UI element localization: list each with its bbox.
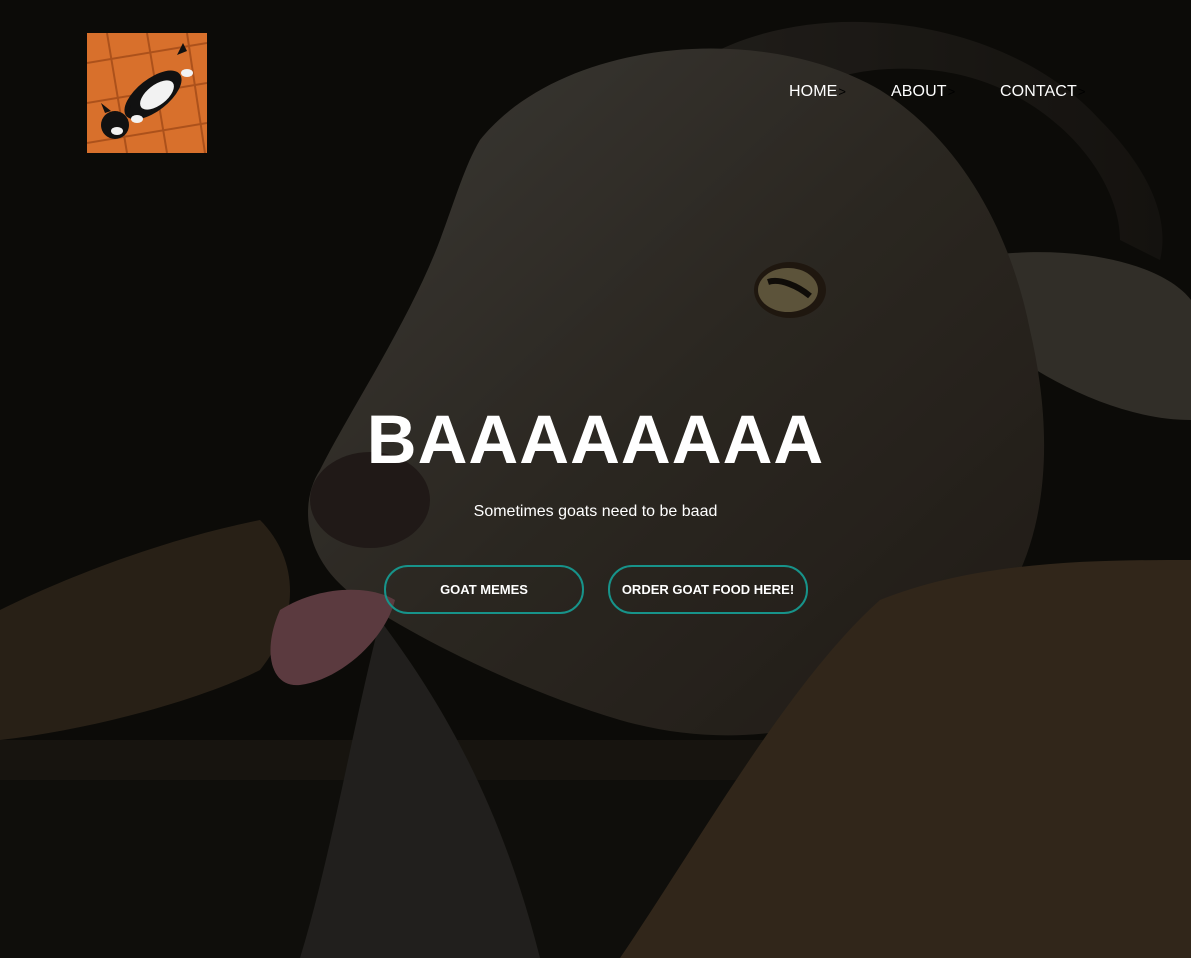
nav-home-arrow-icon: >	[838, 84, 847, 99]
nav-contact-arrow-icon: >	[1077, 84, 1086, 99]
nav-home-link[interactable]: HOME>	[789, 82, 846, 102]
order-goat-food-button[interactable]: ORDER GOAT FOOD HERE!	[608, 565, 808, 614]
nav-contact-link[interactable]: CONTACT>	[1000, 82, 1086, 102]
nav-home-label: HOME	[789, 83, 838, 100]
cat-logo-image[interactable]	[87, 33, 207, 153]
nav-about-link[interactable]: ABOUT>	[891, 82, 955, 102]
hero-title: BAAAAAAAA	[366, 401, 825, 478]
nav-about-label: ABOUT	[891, 83, 947, 100]
cat-photo	[87, 33, 207, 153]
hero-subtitle: Sometimes goats need to be baad	[473, 503, 718, 520]
goat-memes-button[interactable]: GOAT MEMES	[384, 565, 584, 614]
nav-about-arrow-icon: >	[947, 84, 956, 99]
nav-contact-label: CONTACT	[1000, 83, 1077, 100]
